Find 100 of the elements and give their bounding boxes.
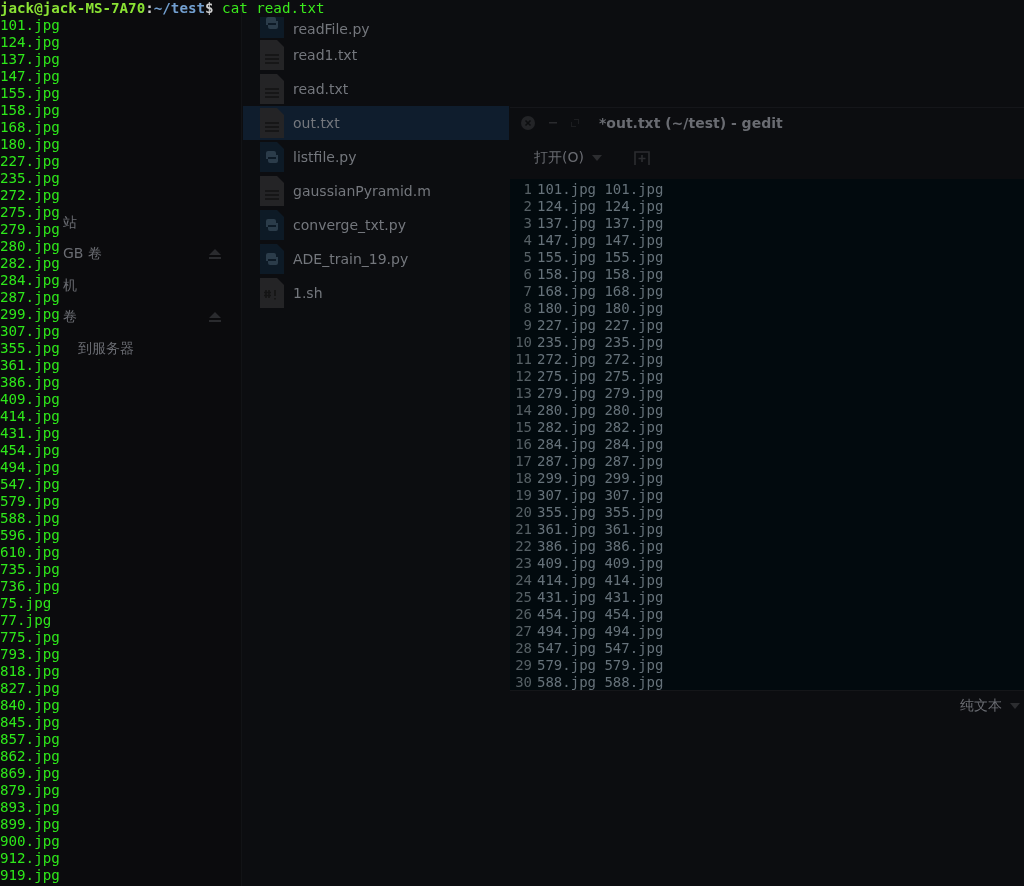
terminal-output-line: 793.jpg xyxy=(0,646,60,662)
terminal-output-line: 409.jpg xyxy=(0,391,60,407)
terminal-output-line: 235.jpg xyxy=(0,170,60,186)
file-row[interactable]: read1.txt xyxy=(243,38,509,72)
line-number: 21 xyxy=(514,520,532,537)
terminal-output-line: 158.jpg xyxy=(0,102,60,118)
terminal-output-line: 272.jpg xyxy=(0,187,60,203)
sidebar-item[interactable]: 机 xyxy=(63,276,77,295)
line-number: 17 xyxy=(514,452,532,469)
terminal-output-line: 775.jpg xyxy=(0,629,60,645)
terminal-prompt: jack@jack-MS-7A70:~/test$ cat read.txt xyxy=(0,0,325,17)
terminal-output-line: 137.jpg xyxy=(0,51,60,67)
terminal-output-line: 307.jpg xyxy=(0,323,60,339)
code-line: 361.jpg 361.jpg xyxy=(537,520,664,537)
terminal-output-line: 736.jpg xyxy=(0,578,60,594)
line-number: 10 xyxy=(514,333,532,350)
line-number: 29 xyxy=(514,656,532,673)
file-row[interactable]: listfile.py xyxy=(243,140,509,174)
terminal-output-line: 494.jpg xyxy=(0,459,60,475)
line-number: 19 xyxy=(514,486,532,503)
terminal-output-line: 180.jpg xyxy=(0,136,60,152)
line-number: 4 xyxy=(522,231,532,248)
line-number: 13 xyxy=(514,384,532,401)
line-number: 11 xyxy=(514,350,532,367)
terminal-output-line: 284.jpg xyxy=(0,272,60,288)
terminal-output-line: 547.jpg xyxy=(0,476,60,492)
terminal-output-line: 827.jpg xyxy=(0,680,60,696)
terminal-output-line: 454.jpg xyxy=(0,442,60,458)
line-number: 25 xyxy=(514,588,532,605)
code-line: 579.jpg 579.jpg xyxy=(537,656,664,673)
sidebar-item[interactable]: 到服务器 xyxy=(78,339,134,358)
code-line: 588.jpg 588.jpg xyxy=(537,673,664,690)
code-line: 494.jpg 494.jpg xyxy=(537,622,664,639)
code-line: 124.jpg 124.jpg xyxy=(537,197,664,214)
open-button[interactable]: 打开(O) xyxy=(532,147,604,170)
terminal-output-line: 588.jpg xyxy=(0,510,60,526)
terminal-output-line: 279.jpg xyxy=(0,221,60,237)
file-row[interactable]: gaussianPyramid.m xyxy=(243,174,509,208)
code-line: 355.jpg 355.jpg xyxy=(537,503,664,520)
code-line: 275.jpg 275.jpg xyxy=(537,367,664,384)
code-line: 279.jpg 279.jpg xyxy=(537,384,664,401)
terminal-output-line: 857.jpg xyxy=(0,731,60,747)
terminal-output-line: 287.jpg xyxy=(0,289,60,305)
code-line: 409.jpg 409.jpg xyxy=(537,554,664,571)
language-selector[interactable]: 纯文本 xyxy=(958,694,1022,717)
line-number: 24 xyxy=(514,571,532,588)
terminal-output-line: 912.jpg xyxy=(0,850,60,866)
line-number: 28 xyxy=(514,639,532,656)
file-row[interactable]: converge_txt.py xyxy=(243,208,509,242)
terminal-output-line: 280.jpg xyxy=(0,238,60,254)
code-line: 147.jpg 147.jpg xyxy=(537,231,664,248)
code-line: 547.jpg 547.jpg xyxy=(537,639,664,656)
terminal-output-line: 900.jpg xyxy=(0,833,60,849)
line-number: 15 xyxy=(514,418,532,435)
code-line: 155.jpg 155.jpg xyxy=(537,248,664,265)
terminal-output-line: 386.jpg xyxy=(0,374,60,390)
terminal-output-line: 77.jpg xyxy=(0,612,52,628)
code-line: 284.jpg 284.jpg xyxy=(537,435,664,452)
code-line: 137.jpg 137.jpg xyxy=(537,214,664,231)
file-row[interactable]: ADE_train_19.py xyxy=(243,242,509,276)
terminal-output-line: 282.jpg xyxy=(0,255,60,271)
code-line: 180.jpg 180.jpg xyxy=(537,299,664,316)
line-number: 1 xyxy=(522,180,532,197)
line-number: 18 xyxy=(514,469,532,486)
terminal-output-line: 299.jpg xyxy=(0,306,60,322)
line-number: 7 xyxy=(522,282,532,299)
code-line: 168.jpg 168.jpg xyxy=(537,282,664,299)
terminal-output-line: 168.jpg xyxy=(0,119,60,135)
code-line: 227.jpg 227.jpg xyxy=(537,316,664,333)
line-number: 22 xyxy=(514,537,532,554)
terminal-output-line: 818.jpg xyxy=(0,663,60,679)
file-row[interactable]: out.txt xyxy=(243,106,509,140)
line-number: 3 xyxy=(522,214,532,231)
line-number: 9 xyxy=(522,316,532,333)
code-line: 287.jpg 287.jpg xyxy=(537,452,664,469)
line-number: 8 xyxy=(522,299,532,316)
sidebar-item[interactable]: 卷 xyxy=(63,308,77,327)
sidebar-item[interactable]: GB 卷 xyxy=(63,245,102,264)
terminal-output-line: 75.jpg xyxy=(0,595,52,611)
terminal-output-line: 227.jpg xyxy=(0,153,60,169)
code-line: 386.jpg 386.jpg xyxy=(537,537,664,554)
terminal-output-line: 579.jpg xyxy=(0,493,60,509)
terminal-output-line: 919.jpg xyxy=(0,867,60,883)
code-line: 272.jpg 272.jpg xyxy=(537,350,664,367)
terminal-output-line: 596.jpg xyxy=(0,527,60,543)
file-row[interactable]: 1.sh xyxy=(243,276,509,310)
terminal-output-line: 840.jpg xyxy=(0,697,60,713)
file-row[interactable]: readFile.py xyxy=(243,17,509,38)
code-line: 299.jpg 299.jpg xyxy=(537,469,664,486)
terminal-output-line: 869.jpg xyxy=(0,765,60,781)
file-row[interactable]: read.txt xyxy=(243,72,509,106)
sidebar-item[interactable]: 站 xyxy=(63,213,77,232)
terminal-output-line: 414.jpg xyxy=(0,408,60,424)
line-number: 6 xyxy=(522,265,532,282)
terminal-output-line: 879.jpg xyxy=(0,782,60,798)
terminal-output-line: 147.jpg xyxy=(0,68,60,84)
terminal-output-line: 275.jpg xyxy=(0,204,60,220)
line-number: 26 xyxy=(514,605,532,622)
code-line: 280.jpg 280.jpg xyxy=(537,401,664,418)
code-line: 235.jpg 235.jpg xyxy=(537,333,664,350)
